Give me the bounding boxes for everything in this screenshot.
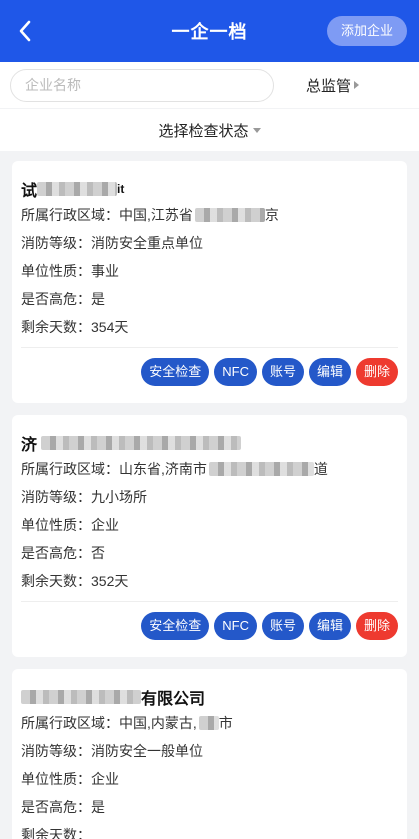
company-name: 济 bbox=[21, 431, 398, 455]
supervisor-dropdown[interactable]: 总监管 bbox=[306, 75, 359, 96]
back-button[interactable] bbox=[10, 15, 40, 47]
top-bar: 一企一档 添加企业 bbox=[0, 0, 419, 62]
fire-level-row: 消防等级： 消防安全一般单位 bbox=[21, 743, 203, 759]
unit-nature-row: 单位性质： 事业 bbox=[21, 263, 119, 279]
company-name: 试 it bbox=[21, 182, 125, 200]
edit-button[interactable]: 编辑 bbox=[308, 612, 351, 640]
safety-check-button[interactable]: 安全检查 bbox=[141, 358, 210, 386]
caret-right-icon bbox=[354, 81, 359, 89]
unit-nature-row: 单位性质： 企业 bbox=[21, 771, 119, 787]
chevron-left-icon bbox=[19, 20, 31, 42]
delete-button[interactable]: 删除 bbox=[355, 358, 398, 386]
delete-button[interactable]: 删除 bbox=[355, 612, 398, 640]
account-button[interactable]: 账号 bbox=[261, 612, 304, 640]
company-card[interactable]: 有限公司 所属行政区域： 中国,内蒙古, 市 消防等级： 消防安全一般单位 单位… bbox=[12, 669, 407, 839]
redacted-name bbox=[21, 690, 141, 704]
company-card[interactable]: 济 所属行政区域： 山东省,济南市 道 消防等级： 九小场所 单位性质： 企业 … bbox=[12, 415, 407, 657]
unit-nature-row: 单位性质： 企业 bbox=[21, 517, 119, 533]
company-card[interactable]: 试 it 所属行政区域： 中国,江苏省 京 消防等级： 消防安全重点单位 单位性… bbox=[12, 161, 407, 403]
supervisor-label: 总监管 bbox=[305, 77, 351, 95]
card-actions: 安全检查 NFC 账号 编辑 删除 bbox=[21, 602, 398, 640]
fire-level-row: 消防等级： 九小场所 bbox=[21, 489, 147, 505]
region-row: 所属行政区域： 中国,江苏省 京 bbox=[21, 207, 279, 223]
region-row: 所属行政区域： 山东省,济南市 道 bbox=[21, 461, 328, 477]
days-left-row: 剩余天数： 352天 bbox=[21, 573, 129, 589]
nfc-button[interactable]: NFC bbox=[214, 612, 257, 640]
status-filter[interactable]: 选择检查状态 bbox=[0, 109, 419, 151]
add-company-button[interactable]: 添加企业 bbox=[326, 16, 407, 46]
page-title: 一企一档 bbox=[171, 22, 248, 42]
days-left-row: 剩余天数： 354天 bbox=[21, 319, 129, 335]
edit-button[interactable]: 编辑 bbox=[308, 358, 351, 386]
high-risk-row: 是否高危： 是 bbox=[21, 291, 105, 307]
search-bar: 企业名称 总监管 bbox=[0, 62, 419, 108]
account-button[interactable]: 账号 bbox=[261, 358, 304, 386]
high-risk-row: 是否高危： 否 bbox=[21, 545, 105, 561]
caret-down-icon bbox=[252, 127, 261, 133]
company-name: 有限公司 bbox=[21, 685, 398, 709]
status-filter-label: 选择检查状态 bbox=[158, 122, 249, 140]
days-left-row: 剩余天数： bbox=[21, 827, 91, 839]
search-input[interactable]: 企业名称 bbox=[10, 68, 274, 102]
region-row: 所属行政区域： 中国,内蒙古, 市 bbox=[21, 715, 233, 731]
redacted-name bbox=[37, 182, 118, 196]
company-list: 试 it 所属行政区域： 中国,江苏省 京 消防等级： 消防安全重点单位 单位性… bbox=[0, 151, 419, 839]
high-risk-row: 是否高危： 是 bbox=[21, 799, 105, 815]
card-actions: 安全检查 NFC 账号 编辑 删除 bbox=[21, 348, 398, 386]
redacted-name bbox=[41, 436, 242, 450]
safety-check-button[interactable]: 安全检查 bbox=[141, 612, 210, 640]
fire-level-row: 消防等级： 消防安全重点单位 bbox=[21, 235, 203, 251]
nfc-button[interactable]: NFC bbox=[214, 358, 257, 386]
